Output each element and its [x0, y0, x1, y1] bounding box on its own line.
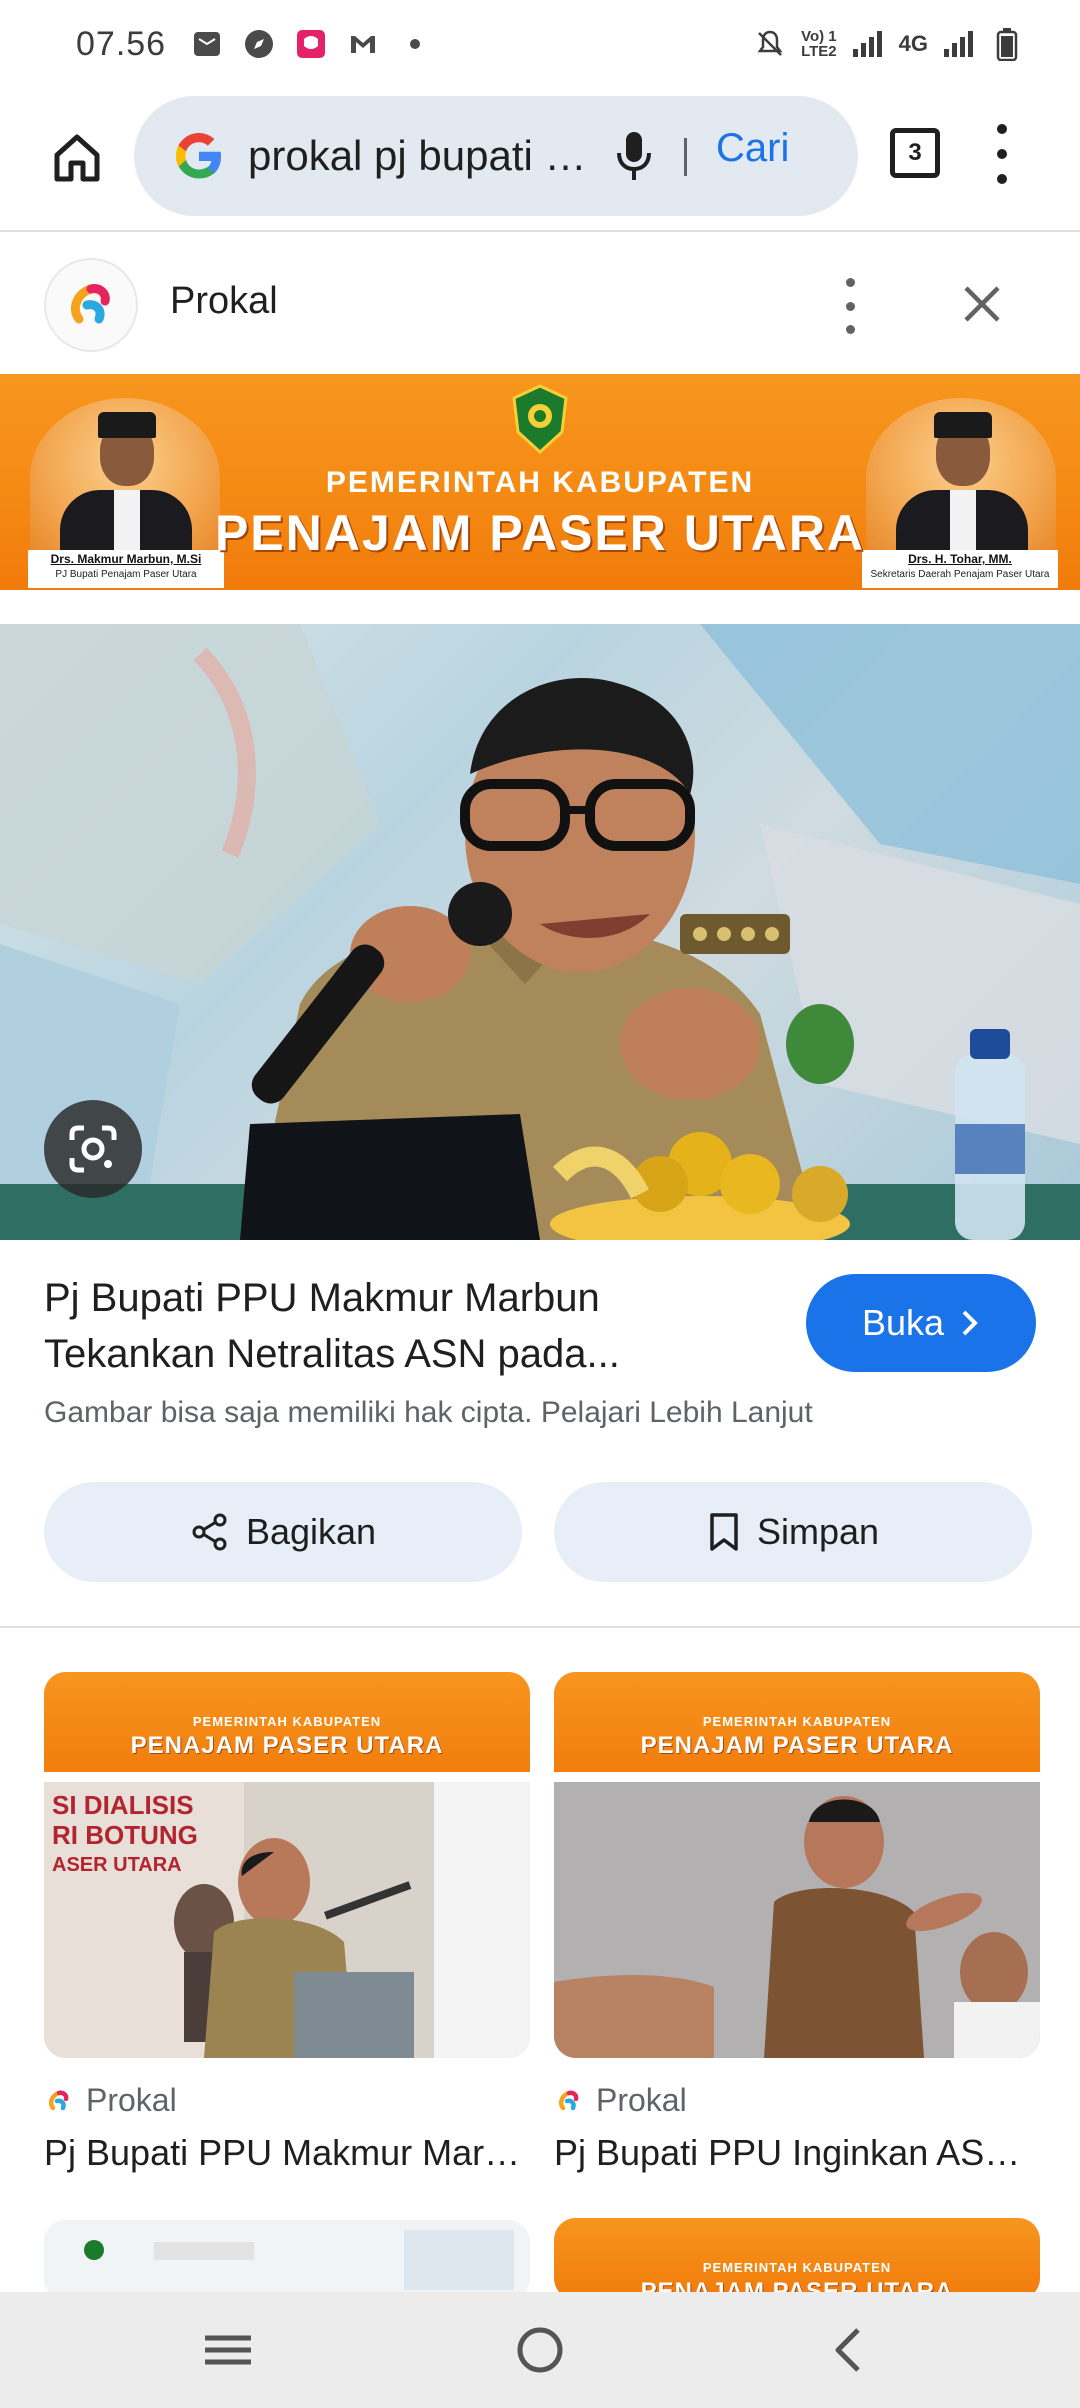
search-query-text: prokal pj bupati ppu makmur marbun — [248, 132, 588, 179]
bookmark-icon — [710, 1513, 738, 1551]
notification-icons — [190, 27, 432, 61]
save-label: Simpan — [756, 1511, 880, 1552]
article-header-banner: Drs. Makmur Marbun, M.Si PJ Bupati Penaj… — [0, 374, 1080, 590]
open-page-button[interactable]: Buka — [806, 1274, 1036, 1372]
related-card-image: PEMERINTAH KABUPATEN PENAJAM PASER UTARA — [554, 1672, 1040, 2058]
main-image-preview[interactable] — [0, 624, 1080, 1240]
related-card-banner-title: PENAJAM PASER UTARA — [640, 1732, 954, 1759]
share-button[interactable]: Bagikan — [44, 1482, 522, 1582]
share-icon — [192, 1513, 227, 1551]
chevron-right-icon — [962, 1310, 978, 1336]
related-card-title: Pj Bupati PPU Makmur Marbun Tekankan — [44, 2132, 530, 2173]
status-bar: 07.56 Vo) 1 LTE2 4G — [0, 0, 1080, 88]
back-icon — [835, 2328, 860, 2372]
prokal-logo-icon — [559, 2090, 579, 2110]
voice-search-button[interactable] — [604, 126, 664, 186]
gmail-notification-icon — [346, 27, 380, 61]
copyright-notice[interactable]: Gambar bisa saja memiliki hak cipta. Pel… — [44, 1396, 813, 1430]
prokal-logo-icon — [49, 2090, 69, 2110]
related-card-banner: PEMERINTAH KABUPATEN PENAJAM PASER UTARA — [44, 1672, 530, 1782]
more-vert-icon — [997, 124, 1007, 134]
battery-icon — [990, 27, 1024, 61]
related-card-image: SI DIALISIS RI BOTUNG ASER UTARA PEMERIN… — [44, 1672, 530, 2058]
source-more-button[interactable] — [838, 278, 862, 334]
back-button[interactable] — [818, 2320, 878, 2380]
lazada-notification-icon — [294, 27, 328, 61]
related-card-source-name: Prokal — [86, 2082, 177, 2118]
related-card-banner-subtitle: PEMERINTAH KABUPATEN — [192, 1714, 382, 1729]
mic-icon — [617, 132, 651, 180]
home-button[interactable] — [42, 122, 112, 192]
regency-emblem-icon — [512, 384, 568, 454]
related-card-banner: PEMERINTAH KABUPATEN PENAJAM PASER UTARA — [554, 2218, 1040, 2300]
related-card-image: PEMERINTAH KABUPATEN PENAJAM PASER UTARA — [554, 2218, 1040, 2300]
google-lens-button[interactable] — [44, 1100, 142, 1198]
section-divider — [0, 1626, 1080, 1628]
related-card-title: Pj Bupati PPU Inginkan ASN Netral — [554, 2132, 1040, 2173]
more-notifications-dot-icon — [398, 27, 432, 61]
open-page-label: Buka — [861, 1302, 945, 1343]
right-official-role: Sekretaris Daerah Penajam Paser Utara — [870, 569, 1050, 580]
result-title[interactable]: Pj Bupati PPU Makmur Marbun Tekankan Net… — [44, 1270, 764, 1382]
browser-menu-button[interactable] — [990, 124, 1014, 184]
banner-title: PENAJAM PASER UTARA — [214, 505, 866, 561]
recent-apps-button[interactable] — [198, 2320, 258, 2380]
related-card-image — [44, 2220, 530, 2300]
source-name[interactable]: Prokal — [170, 280, 278, 323]
related-card-banner: PEMERINTAH KABUPATEN PENAJAM PASER UTARA — [554, 1672, 1040, 1782]
photo-illustration — [0, 624, 1080, 1240]
volte-indicator: Vo) 1 LTE2 — [801, 28, 837, 60]
google-lens-icon — [69, 1125, 117, 1173]
related-card-source: Prokal — [44, 2082, 177, 2119]
search-box[interactable]: prokal pj bupati ppu makmur marbun Cari — [134, 96, 858, 216]
tab-switcher-button[interactable]: 3 — [890, 128, 940, 178]
result-title-line-2: Tekankan Netralitas ASN pada... — [44, 1332, 620, 1376]
google-logo-icon — [175, 132, 222, 179]
search-divider — [684, 138, 687, 176]
save-button[interactable]: Simpan — [554, 1482, 1032, 1582]
related-card-source-name: Prokal — [596, 2082, 687, 2118]
prokal-logo-icon[interactable] — [44, 258, 138, 352]
search-submit-button[interactable]: Cari — [716, 126, 789, 171]
mute-icon — [753, 27, 787, 61]
related-card-banner-subtitle: PEMERINTAH KABUPATEN — [702, 2260, 892, 2275]
left-official-role: PJ Bupati Penajam Paser Utara — [55, 569, 197, 580]
browser-toolbar: prokal pj bupati ppu makmur marbun Cari … — [0, 88, 1080, 228]
recents-icon — [205, 2335, 251, 2365]
share-label: Bagikan — [245, 1511, 377, 1552]
related-card-overlay-text: SI DIALISIS RI BOTUNG ASER UTARA — [52, 1790, 198, 1876]
system-navigation-bar — [0, 2292, 1080, 2408]
home-icon — [54, 134, 100, 182]
home-circle-icon — [517, 2327, 563, 2373]
related-card-banner-title: PENAJAM PASER UTARA — [130, 1732, 444, 1759]
image-source-header: Prokal — [0, 232, 1080, 374]
network-type: 4G — [898, 31, 928, 56]
signal-1-icon — [851, 27, 885, 61]
more-vert-icon — [845, 278, 855, 287]
result-title-line-1: Pj Bupati PPU Makmur Marbun — [44, 1276, 600, 1320]
home-nav-button[interactable] — [510, 2320, 570, 2380]
compass-notification-icon — [242, 27, 276, 61]
gallery-notification-icon — [190, 27, 224, 61]
status-right: Vo) 1 LTE2 4G — [753, 27, 1024, 61]
related-card-source: Prokal — [554, 2082, 687, 2119]
signal-2-icon — [942, 27, 976, 61]
close-button[interactable] — [956, 278, 1008, 330]
related-card-banner-subtitle: PEMERINTAH KABUPATEN — [702, 1714, 892, 1729]
banner-subtitle: PEMERINTAH KABUPATEN — [325, 466, 755, 499]
status-time: 07.56 — [76, 24, 167, 63]
close-icon — [964, 286, 1000, 322]
